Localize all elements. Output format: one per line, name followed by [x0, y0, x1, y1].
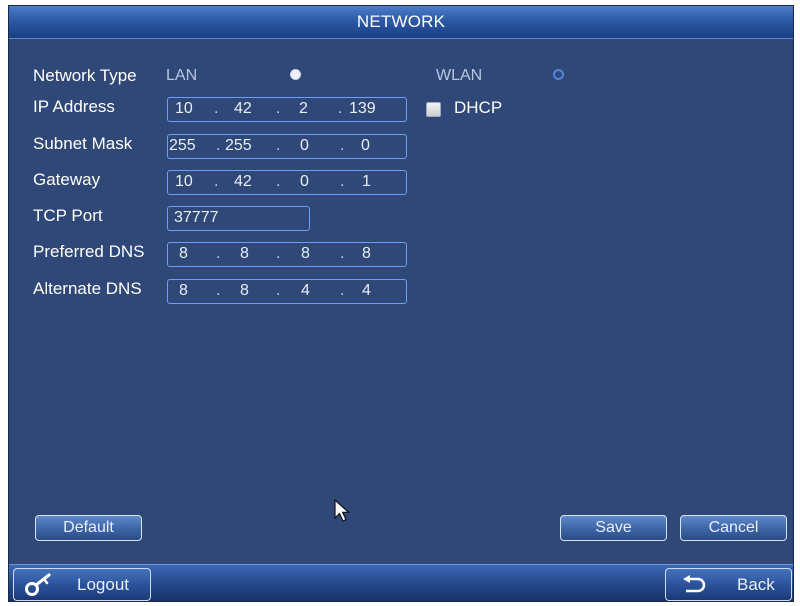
ip-dot: . [340, 245, 345, 262]
gateway-octet-4[interactable]: 1 [362, 173, 371, 191]
dhcp-checkbox[interactable] [426, 102, 441, 117]
subnet-mask-field[interactable]: 255 . 255 . 0 . 0 [167, 134, 407, 159]
gateway-octet-1[interactable]: 10 [175, 173, 193, 191]
gateway-octet-3[interactable]: 0 [300, 173, 309, 191]
ip-octet-3[interactable]: 2 [299, 100, 308, 118]
back-label: Back [737, 575, 775, 594]
adns-octet-4[interactable]: 4 [362, 282, 371, 300]
key-icon [25, 573, 51, 596]
ip-dot: . [276, 137, 281, 154]
ip-dot: . [340, 282, 345, 299]
tcp-port-value: 37777 [174, 209, 219, 226]
ip-address-label: IP Address [33, 97, 115, 116]
wlan-radio[interactable] [553, 69, 564, 80]
ip-dot: . [338, 100, 343, 117]
gateway-label: Gateway [33, 170, 101, 189]
pdns-octet-1[interactable]: 8 [179, 245, 188, 263]
adns-octet-2[interactable]: 8 [240, 282, 249, 300]
mouse-pointer-icon [334, 499, 351, 522]
subnet-octet-1[interactable]: 255 [169, 137, 196, 155]
default-button[interactable]: Default [35, 515, 142, 541]
ip-dot: . [276, 245, 281, 262]
ip-dot: . [340, 173, 345, 190]
title-bar: NETWORK [9, 6, 793, 39]
gateway-field[interactable]: 10 . 42 . 0 . 1 [167, 170, 407, 195]
logout-label: Logout [77, 575, 129, 594]
network-dialog: NETWORK Network Type LAN WLAN IP Address… [8, 5, 794, 602]
subnet-octet-3[interactable]: 0 [300, 137, 309, 155]
pdns-octet-4[interactable]: 8 [362, 245, 371, 263]
pdns-octet-2[interactable]: 8 [240, 245, 249, 263]
lan-option-label: LAN [166, 67, 198, 84]
save-button[interactable]: Save [560, 515, 667, 541]
network-type-label: Network Type [33, 66, 137, 85]
cancel-button[interactable]: Cancel [680, 515, 787, 541]
preferred-dns-field[interactable]: 8 . 8 . 8 . 8 [167, 242, 407, 267]
ip-dot: . [276, 173, 281, 190]
bottom-bar: Logout Back [9, 564, 793, 601]
ip-dot: . [214, 100, 219, 117]
adns-octet-3[interactable]: 4 [301, 282, 310, 300]
ip-octet-1[interactable]: 10 [175, 100, 193, 118]
return-arrow-icon [683, 575, 706, 593]
dhcp-label: DHCP [454, 98, 503, 117]
ip-dot: . [216, 245, 221, 262]
lan-radio[interactable] [290, 69, 301, 80]
ip-octet-4[interactable]: 139 [349, 100, 376, 118]
alternate-dns-field[interactable]: 8 . 8 . 4 . 4 [167, 279, 407, 304]
preferred-dns-label: Preferred DNS [33, 242, 145, 261]
wlan-option-label: WLAN [436, 67, 483, 84]
pdns-octet-3[interactable]: 8 [301, 245, 310, 263]
dialog-title: NETWORK [356, 12, 446, 31]
ip-dot: . [214, 173, 219, 190]
adns-octet-1[interactable]: 8 [179, 282, 188, 300]
subnet-octet-4[interactable]: 0 [361, 137, 370, 155]
ip-dot: . [276, 282, 281, 299]
subnet-octet-2[interactable]: 255 [225, 137, 252, 155]
gateway-octet-2[interactable]: 42 [234, 173, 252, 191]
alternate-dns-label: Alternate DNS [33, 279, 142, 298]
ip-dot: . [276, 100, 281, 117]
ip-dot: . [340, 137, 345, 154]
back-button[interactable]: Back [665, 568, 792, 601]
logout-button[interactable]: Logout [13, 568, 151, 601]
tcp-port-label: TCP Port [33, 206, 103, 225]
ip-dot: . [216, 282, 221, 299]
subnet-mask-label: Subnet Mask [33, 134, 133, 153]
tcp-port-field[interactable]: 37777 [167, 206, 310, 231]
ip-address-field[interactable]: 10 . 42 . 2 . 139 [167, 97, 407, 122]
ip-octet-2[interactable]: 42 [234, 100, 252, 118]
ip-dot: . [216, 137, 221, 154]
